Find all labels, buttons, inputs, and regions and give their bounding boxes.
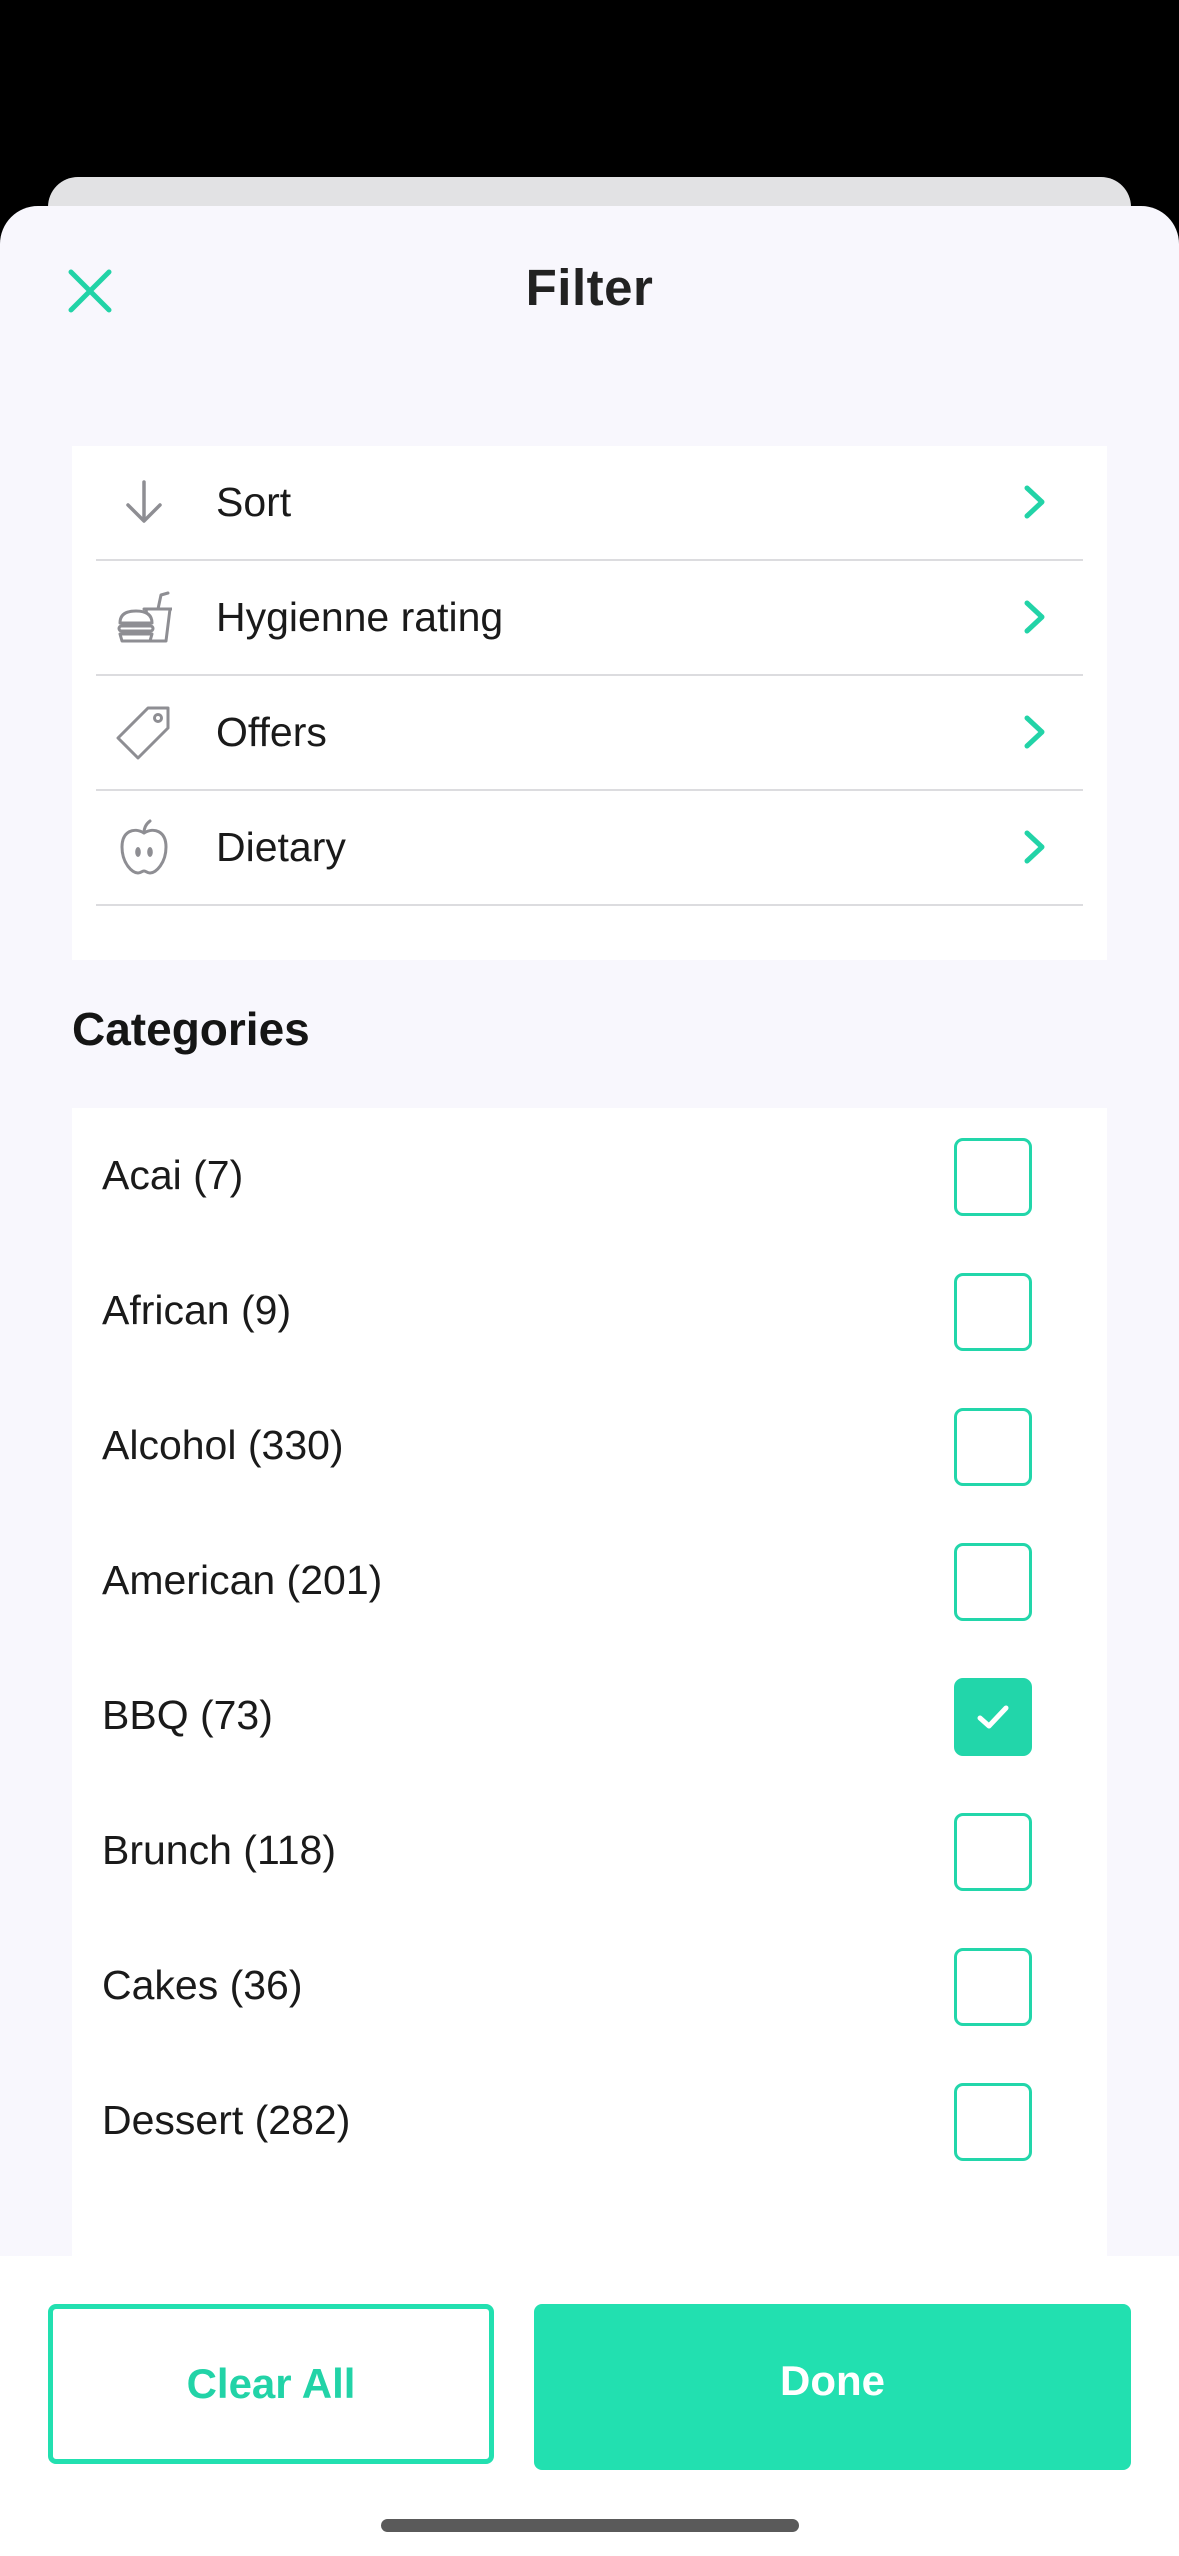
category-label: African (9) [102,1287,292,1333]
category-checkbox[interactable] [954,1543,1032,1621]
category-row[interactable]: Alcohol (330) [72,1378,1107,1513]
category-row[interactable]: Cakes (36) [72,1918,1107,2053]
category-row[interactable]: Dessert (282) [72,2053,1107,2188]
option-label: Hygienne rating [216,594,504,640]
category-label: Alcohol (330) [102,1422,344,1468]
category-row[interactable]: Acai (7) [72,1108,1107,1243]
option-label: Dietary [216,824,346,870]
tag-icon [116,704,172,760]
food-drink-icon [116,589,172,645]
categories-list: Acai (7) African (9) Alcohol (330) Ameri… [72,1108,1107,2418]
chevron-right-icon [1024,715,1045,749]
option-label: Offers [216,709,327,755]
category-checkbox[interactable] [954,1678,1032,1756]
category-checkbox[interactable] [954,1948,1032,2026]
category-checkbox[interactable] [954,2083,1032,2161]
option-label: Sort [216,479,292,525]
category-row[interactable]: American (201) [72,1513,1107,1648]
chevron-right-icon [1024,600,1045,634]
category-label: Brunch (118) [102,1827,336,1873]
page-title: Filter [525,259,654,316]
home-indicator [381,2519,799,2532]
option-hygiene-rating[interactable]: Hygienne rating [96,561,1083,676]
category-label: Acai (7) [102,1152,244,1198]
category-checkbox[interactable] [954,1273,1032,1351]
chevron-right-icon [1024,830,1045,864]
category-row[interactable]: African (9) [72,1243,1107,1378]
filter-options-list: Sort Hygienne rating Offers Dietary [72,446,1107,960]
category-label: BBQ (73) [102,1692,273,1738]
category-checkbox[interactable] [954,1138,1032,1216]
option-sort[interactable]: Sort [96,446,1083,561]
category-row[interactable]: BBQ (73) [72,1648,1107,1783]
category-label: Dessert (282) [102,2097,351,2143]
category-checkbox[interactable] [954,1408,1032,1486]
category-label: American (201) [102,1557,383,1603]
category-row[interactable]: Brunch (118) [72,1783,1107,1918]
category-label: Cakes (36) [102,1962,303,2008]
done-button[interactable]: Done [534,2304,1131,2470]
clear-all-button[interactable]: Clear All [48,2304,494,2464]
arrow-down-icon [116,474,172,530]
apple-icon [116,819,172,875]
option-dietary[interactable]: Dietary [96,791,1083,906]
filter-sheet: Filter Sort Hygienne rating Offers Dieta… [0,206,1179,2556]
action-bar: Clear All Done [0,2256,1179,2556]
option-offers[interactable]: Offers [96,676,1083,791]
categories-heading: Categories [72,1003,310,1055]
category-checkbox[interactable] [954,1813,1032,1891]
checkmark-icon [977,1705,1009,1729]
chevron-right-icon [1024,485,1045,519]
